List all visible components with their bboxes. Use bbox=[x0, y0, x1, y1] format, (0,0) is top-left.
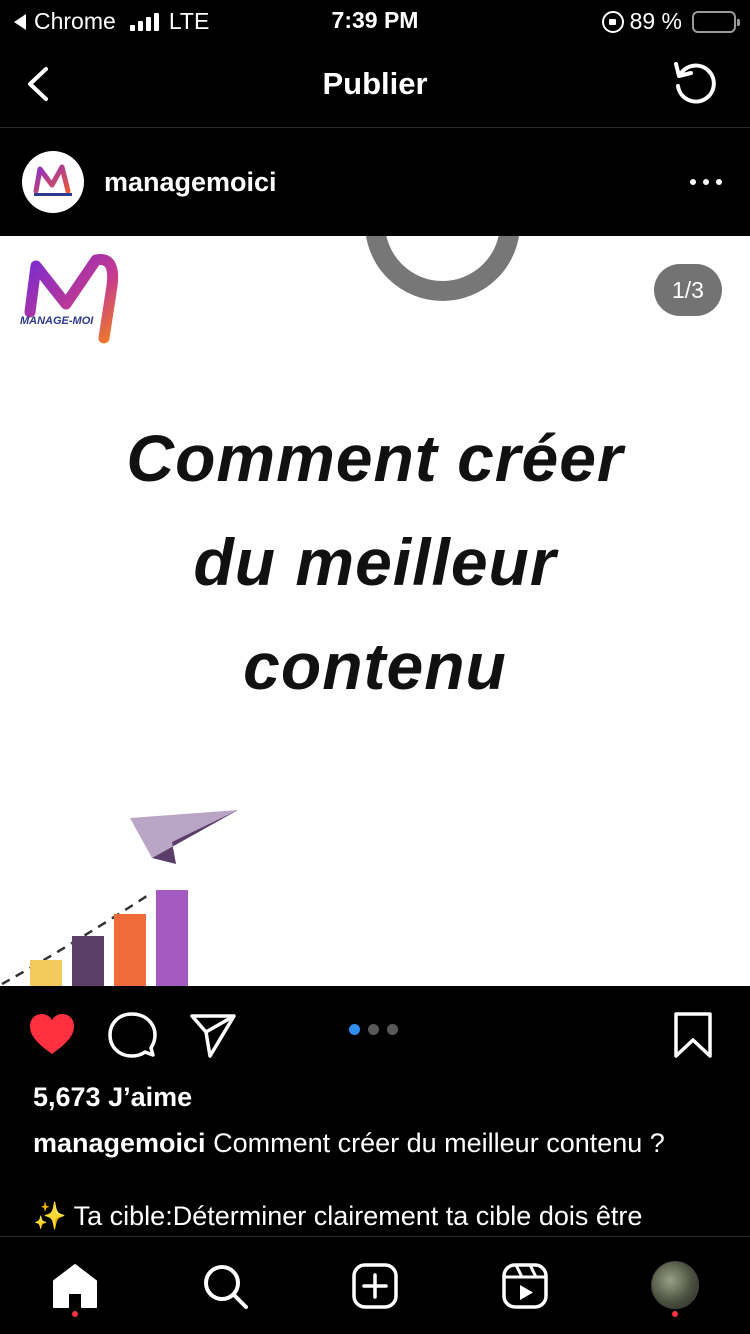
battery-percent: 89 % bbox=[629, 8, 682, 34]
status-bar: Chrome LTE 7:39 PM 89 % bbox=[0, 0, 750, 40]
carousel-dot bbox=[368, 1024, 379, 1035]
headline-line: Comment créer bbox=[126, 421, 624, 495]
more-options-icon[interactable] bbox=[690, 179, 722, 185]
image-headline: Comment créer du meilleur contenu bbox=[0, 406, 750, 718]
carousel-dot bbox=[387, 1024, 398, 1035]
bar-2 bbox=[72, 936, 104, 986]
page-title: Publier bbox=[322, 66, 428, 101]
post-caption-line2: ✨ Ta cible:Déterminer clairement ta cibl… bbox=[33, 1200, 730, 1232]
caption-username[interactable]: managemoici bbox=[33, 1128, 206, 1158]
comment-icon[interactable] bbox=[107, 1010, 157, 1060]
bar-3 bbox=[114, 914, 146, 986]
decorative-ring bbox=[365, 236, 520, 301]
refresh-icon[interactable] bbox=[670, 58, 720, 108]
post-image[interactable]: MANAGE-MOI 1/3 Comment créer du meilleur… bbox=[0, 236, 750, 986]
likes-count[interactable]: 5,673 J’aime bbox=[33, 1082, 192, 1113]
search-icon[interactable] bbox=[200, 1261, 250, 1311]
manage-moi-brand-logo: MANAGE-MOI bbox=[20, 254, 119, 344]
carousel-dot-active bbox=[349, 1024, 360, 1035]
send-icon[interactable] bbox=[188, 1010, 238, 1060]
bottom-navigation bbox=[0, 1236, 750, 1334]
post-username[interactable]: managemoici bbox=[104, 167, 277, 198]
battery-icon bbox=[692, 10, 740, 33]
bar-1 bbox=[30, 960, 62, 986]
heart-filled-icon[interactable] bbox=[27, 1010, 77, 1060]
profile-notification-dot bbox=[672, 1311, 678, 1317]
bar-4 bbox=[156, 890, 188, 986]
status-right: 89 % bbox=[601, 8, 740, 35]
avatar[interactable] bbox=[22, 151, 84, 213]
paper-plane-wing bbox=[130, 810, 238, 858]
growth-chart-illustration bbox=[1, 810, 238, 986]
logo-text: MANAGE-MOI bbox=[20, 315, 94, 327]
headline-line: du meilleur bbox=[193, 525, 557, 599]
add-post-icon[interactable] bbox=[350, 1261, 400, 1311]
rotation-lock-icon bbox=[601, 10, 624, 33]
page-indicator: 1/3 bbox=[654, 264, 722, 316]
home-icon[interactable] bbox=[50, 1261, 100, 1311]
post-header: managemoici bbox=[0, 129, 750, 236]
caption-line2-text: Ta cible:Déterminer clairement ta cible … bbox=[73, 1201, 643, 1231]
reels-icon[interactable] bbox=[500, 1261, 550, 1311]
more-dot bbox=[690, 179, 696, 185]
caption-text: Comment créer du meilleur contenu ? bbox=[213, 1128, 665, 1158]
more-dot bbox=[703, 179, 709, 185]
bookmark-icon[interactable] bbox=[668, 1010, 718, 1060]
page-header: Publier bbox=[0, 40, 750, 128]
headline-line: contenu bbox=[243, 629, 507, 703]
post-actions bbox=[0, 986, 750, 1082]
profile-avatar[interactable] bbox=[651, 1261, 699, 1309]
manage-moi-logo-icon bbox=[33, 164, 72, 196]
home-notification-dot bbox=[72, 1311, 78, 1317]
more-dot bbox=[716, 179, 722, 185]
sparkles-emoji: ✨ bbox=[33, 1201, 67, 1231]
post-caption: managemoici Comment créer du meilleur co… bbox=[33, 1128, 730, 1159]
carousel-dots bbox=[349, 1024, 398, 1035]
